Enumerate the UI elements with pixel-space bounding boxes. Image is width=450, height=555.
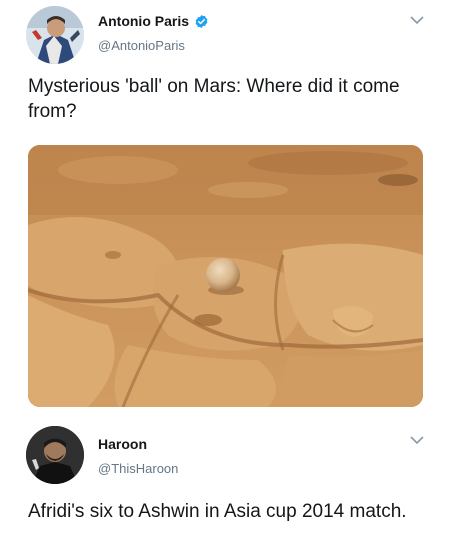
author-name[interactable]: Antonio Paris xyxy=(98,13,209,29)
avatar-image xyxy=(26,426,84,484)
verified-badge-icon xyxy=(194,14,209,29)
chevron-down-icon[interactable] xyxy=(410,435,424,445)
tweet-photo[interactable] xyxy=(28,145,423,407)
author-name-text: Antonio Paris xyxy=(98,13,190,29)
author-name-text: Haroon xyxy=(98,436,147,452)
avatar-image xyxy=(26,6,84,64)
tweet[interactable]: Haroon @ThisHaroon Afridi's six to Ashwi… xyxy=(0,418,450,555)
tweet[interactable]: Antonio Paris @AntonioParis Mysterious '… xyxy=(0,0,450,415)
author-name[interactable]: Haroon xyxy=(98,436,147,452)
author-handle[interactable]: @AntonioParis xyxy=(98,38,185,53)
avatar[interactable] xyxy=(26,426,84,484)
author-handle[interactable]: @ThisHaroon xyxy=(98,461,178,476)
avatar[interactable] xyxy=(26,6,84,64)
chevron-down-icon[interactable] xyxy=(410,15,424,25)
tweet-text: Mysterious 'ball' on Mars: Where did it … xyxy=(28,76,400,122)
tweet-text: Afridi's six to Ashwin in Asia cup 2014 … xyxy=(28,501,407,522)
mars-rock-image xyxy=(28,145,423,407)
